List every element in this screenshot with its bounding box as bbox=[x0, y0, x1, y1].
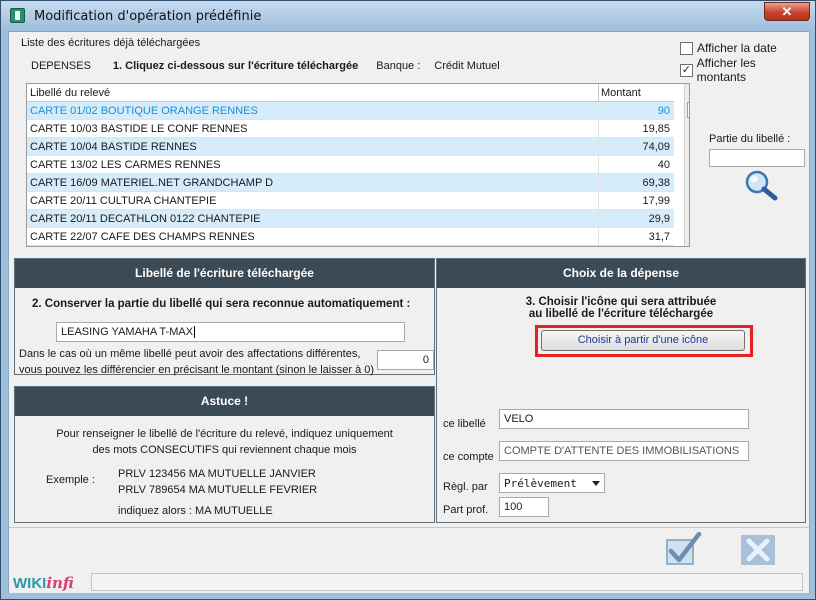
bank-label: Banque : bbox=[376, 60, 421, 72]
astuce-text: Pour renseigner le libellé de l'écriture… bbox=[15, 426, 434, 458]
libelle-input[interactable]: LEASING YAMAHA T-MAX bbox=[56, 322, 405, 342]
wikiinfi-logo: WIKIinfi bbox=[13, 574, 74, 592]
status-field bbox=[91, 573, 803, 591]
label-value-field[interactable]: VELO bbox=[499, 409, 749, 429]
astuce-panel: Astuce ! Pour renseigner le libellé de l… bbox=[14, 386, 435, 523]
astuce-panel-title: Astuce ! bbox=[15, 387, 434, 416]
row-label: CARTE 01/02 BOUTIQUE ORANGE RENNES bbox=[27, 102, 599, 119]
show-amounts-checkbox-box[interactable]: ✓ bbox=[680, 63, 693, 77]
show-amounts-label: Afficher les montants bbox=[696, 56, 756, 84]
column-header-amount[interactable]: Montant bbox=[599, 84, 674, 101]
libelle-panel: Libellé de l'écriture téléchargée 2. Con… bbox=[14, 258, 435, 376]
pro-share-field[interactable]: 100 bbox=[499, 497, 549, 517]
row-label: CARTE 20/11 CULTURA CHANTEPIE bbox=[27, 192, 599, 209]
row-amount: 29,9 bbox=[648, 213, 670, 225]
cancel-icon[interactable] bbox=[739, 532, 777, 568]
step3-line-1: 3. Choisir l'icône qui sera attribuée bbox=[525, 296, 717, 308]
table-row[interactable]: CARTE 10/03 BASTIDE LE CONF RENNES 19,85 bbox=[27, 120, 674, 138]
step3-instruction: 3. Choisir l'icône qui sera attribuée au… bbox=[437, 296, 805, 320]
close-button[interactable]: ✕ bbox=[764, 2, 810, 21]
example-result: indiquez alors : MA MUTUELLE bbox=[118, 505, 273, 517]
entries-grid[interactable]: Libellé du relevé Montant CARTE 01/02 BO… bbox=[26, 83, 690, 247]
row-label: CARTE 13/02 LES CARMES RENNES bbox=[27, 156, 599, 173]
table-row[interactable]: CARTE 20/11 CULTURA CHANTEPIE 17,99 bbox=[27, 192, 674, 210]
search-icon[interactable] bbox=[742, 169, 780, 201]
status-bar: WIKIinfi bbox=[9, 569, 809, 593]
row-label: CARTE 16/09 MATERIEL.NET GRANDCHAMP D bbox=[27, 174, 599, 191]
downloaded-entries-group: Liste des écritures déjà téléchargées Af… bbox=[15, 35, 805, 257]
show-date-checkbox-box[interactable] bbox=[680, 41, 693, 55]
payment-method-value: Prélèvement bbox=[504, 477, 577, 490]
example-label: Exemple : bbox=[46, 474, 95, 486]
table-row[interactable]: CARTE 20/11 DECATHLON 0122 CHANTEPIE 29,… bbox=[27, 210, 674, 228]
group-label: Liste des écritures déjà téléchargées bbox=[21, 37, 201, 49]
row-amount: 19,85 bbox=[642, 123, 670, 135]
step1-instruction: 1. Cliquez ci-dessous sur l'écriture tél… bbox=[112, 60, 359, 72]
scrollbar-thumb[interactable] bbox=[687, 102, 689, 118]
category-label: DEPENSES bbox=[31, 60, 91, 72]
row-amount: 74,09 bbox=[642, 141, 670, 153]
depense-panel: Choix de la dépense 3. Choisir l'icône q… bbox=[436, 258, 806, 523]
row-amount: 31,7 bbox=[648, 231, 670, 243]
step2-instruction: 2. Conserver la partie du libellé qui se… bbox=[32, 298, 411, 310]
row-label: CARTE 22/07 CAFE DES CHAMPS RENNES bbox=[27, 228, 599, 245]
pro-share-caption: Part prof. bbox=[443, 504, 489, 516]
example-lines: PRLV 123456 MA MUTUELLE JANVIER PRLV 789… bbox=[118, 466, 317, 498]
table-row[interactable]: CARTE 10/04 BASTIDE RENNES 74,09 bbox=[27, 138, 674, 156]
partial-label-input[interactable] bbox=[709, 149, 805, 167]
example-line-2: PRLV 789654 MA MUTUELLE FEVRIER bbox=[118, 484, 318, 496]
label-caption: ce libellé bbox=[443, 418, 486, 430]
column-header-label[interactable]: Libellé du relevé bbox=[27, 84, 599, 101]
note-line-2: vous pouvez les différencier en précisan… bbox=[19, 364, 375, 376]
row-label: CARTE 20/11 DECATHLON 0122 CHANTEPIE bbox=[27, 210, 599, 227]
grid-vertical-scrollbar[interactable] bbox=[684, 84, 690, 246]
show-date-checkbox[interactable]: Afficher la date bbox=[680, 41, 777, 55]
show-amounts-checkbox[interactable]: ✓ Afficher les montants bbox=[680, 56, 805, 84]
dialog-client-area: Liste des écritures déjà téléchargées Af… bbox=[8, 31, 810, 593]
chevron-down-icon bbox=[592, 481, 600, 486]
table-row[interactable]: CARTE 01/02 BOUTIQUE ORANGE RENNES 90 bbox=[27, 102, 674, 120]
list-subheader: DEPENSES 1. Cliquez ci-dessous sur l'écr… bbox=[31, 60, 500, 72]
row-amount: 40 bbox=[657, 159, 670, 171]
note-line-1: Dans le cas où un même libellé peut avoi… bbox=[19, 348, 361, 360]
title-bar[interactable]: Modification d'opération prédéfinie ✕ bbox=[1, 1, 815, 31]
example-line-1: PRLV 123456 MA MUTUELLE JANVIER bbox=[118, 468, 316, 480]
row-amount: 90 bbox=[657, 105, 670, 117]
validate-icon[interactable] bbox=[664, 532, 702, 568]
libelle-panel-title: Libellé de l'écriture téléchargée bbox=[15, 259, 434, 288]
astuce-text-line-1: Pour renseigner le libellé de l'écriture… bbox=[56, 428, 393, 440]
footer-separator bbox=[9, 527, 809, 528]
depense-panel-title: Choix de la dépense bbox=[437, 259, 805, 288]
row-amount: 69,38 bbox=[642, 177, 670, 189]
row-label: CARTE 10/03 BASTIDE LE CONF RENNES bbox=[27, 120, 599, 137]
astuce-text-line-2: des mots CONSECUTIFS qui reviennent chaq… bbox=[92, 444, 357, 456]
libelle-input-value: LEASING YAMAHA T-MAX bbox=[61, 326, 194, 338]
choose-icon-button[interactable]: Choisir à partir d'une icône bbox=[541, 330, 745, 351]
account-value-field[interactable]: COMPTE D'ATTENTE DES IMMOBILISATIONS bbox=[499, 441, 749, 461]
grid-body: CARTE 01/02 BOUTIQUE ORANGE RENNES 90 CA… bbox=[27, 102, 674, 246]
step3-line-2: au libellé de l'écriture téléchargée bbox=[528, 308, 714, 320]
app-icon bbox=[10, 8, 25, 23]
table-row[interactable]: CARTE 13/02 LES CARMES RENNES 40 bbox=[27, 156, 674, 174]
payment-caption: Règl. par bbox=[443, 481, 488, 493]
payment-method-select[interactable]: Prélèvement bbox=[499, 473, 605, 493]
row-label: CARTE 10/04 BASTIDE RENNES bbox=[27, 138, 599, 155]
scroll-down-icon[interactable] bbox=[689, 239, 690, 244]
account-caption: ce compte bbox=[443, 451, 494, 463]
bank-name: Crédit Mutuel bbox=[434, 60, 500, 72]
logo-infi-text: infi bbox=[46, 574, 74, 592]
table-row[interactable]: CARTE 16/09 MATERIEL.NET GRANDCHAMP D 69… bbox=[27, 174, 674, 192]
table-row[interactable]: CARTE 22/07 CAFE DES CHAMPS RENNES 31,7 bbox=[27, 228, 674, 246]
partial-label-caption: Partie du libellé : bbox=[709, 133, 791, 145]
window-title: Modification d'opération prédéfinie bbox=[34, 9, 262, 24]
show-date-label: Afficher la date bbox=[697, 41, 777, 55]
amount-input[interactable]: 0 bbox=[377, 350, 434, 370]
row-amount: 17,99 bbox=[642, 195, 670, 207]
text-caret bbox=[194, 326, 196, 339]
app-window: Modification d'opération prédéfinie ✕ Li… bbox=[0, 0, 816, 600]
grid-header: Libellé du relevé Montant bbox=[27, 84, 674, 102]
logo-wiki-text: WIKI bbox=[13, 575, 47, 592]
